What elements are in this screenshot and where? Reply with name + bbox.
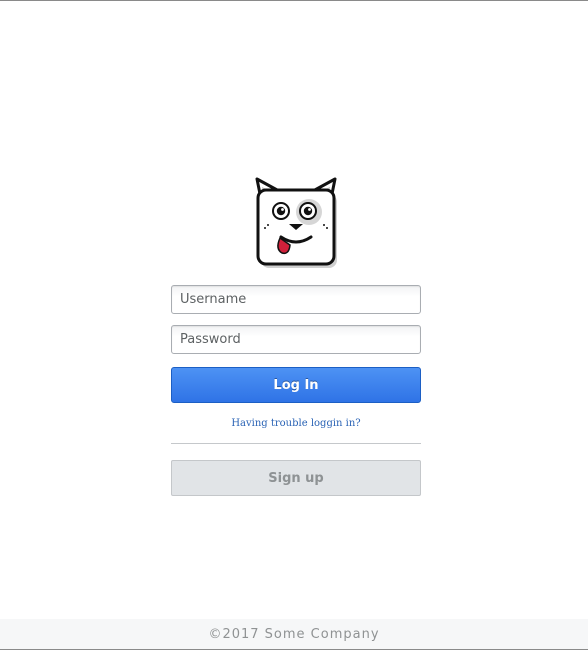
form-divider (171, 443, 421, 444)
trouble-logging-in-link[interactable]: Having trouble loggin in? (171, 418, 421, 429)
login-button[interactable]: Log In (171, 367, 421, 403)
username-input[interactable] (171, 285, 421, 314)
login-page: Log In Having trouble loggin in? Sign up… (0, 0, 588, 650)
copyright-text: ©2017 Some Company (208, 627, 380, 642)
footer: ©2017 Some Company (0, 619, 588, 650)
password-input[interactable] (171, 325, 421, 354)
signup-button[interactable]: Sign up (171, 460, 421, 496)
dog-logo-icon (255, 177, 337, 268)
